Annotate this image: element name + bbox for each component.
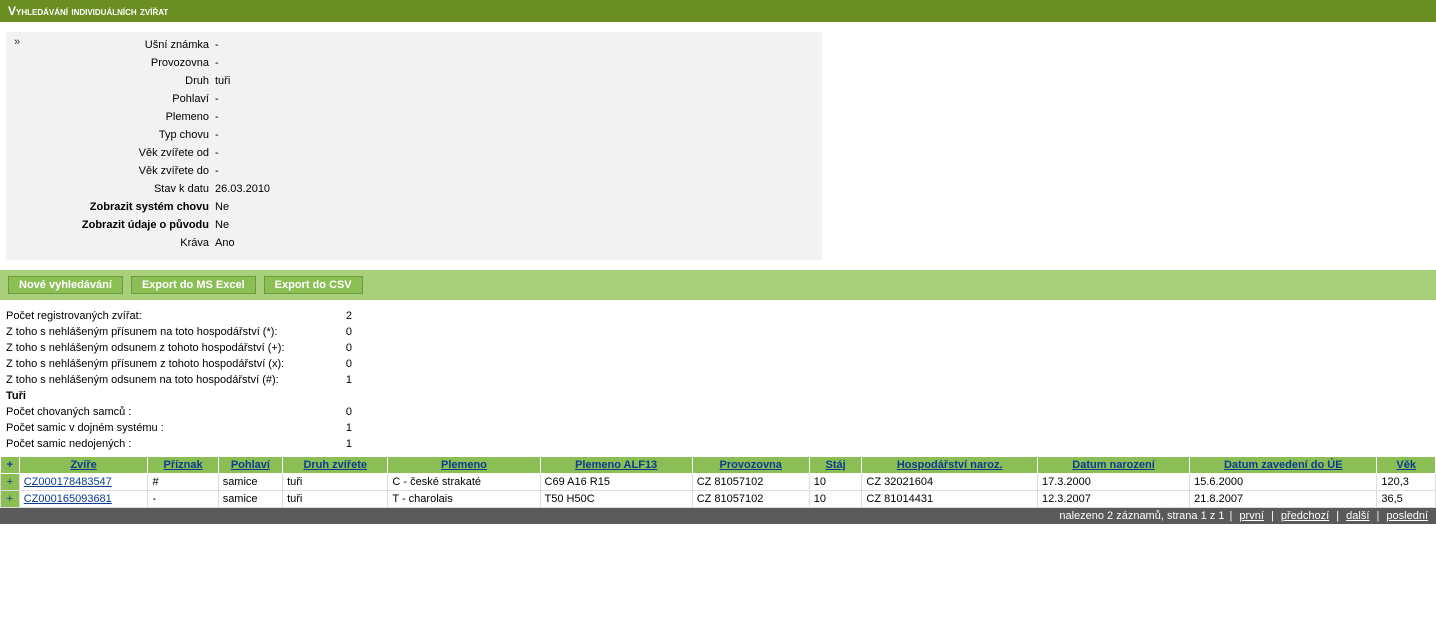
col-header[interactable]: Věk: [1377, 457, 1436, 474]
collapse-icon[interactable]: »: [14, 36, 20, 48]
search-criteria-panel: » Ušní známka- Provozovna- Druhtuři Pohl…: [6, 32, 822, 260]
cell: tuři: [283, 474, 388, 491]
stat-plus-label: Z toho s nehlášeným odsunem z tohoto hos…: [6, 340, 338, 356]
label-typ-chovu: Typ chovu: [14, 126, 215, 144]
value-usni-znamka: -: [215, 36, 219, 54]
action-bar: Nové vyhledávání Export do MS Excel Expo…: [0, 270, 1436, 300]
stat-nonmilking-value: 1: [338, 436, 352, 452]
expand-all-icon[interactable]: +: [1, 457, 20, 474]
cell: 10: [809, 474, 862, 491]
label-zobrazit-system: Zobrazit systém chovu: [14, 198, 215, 216]
stat-hash-value: 1: [338, 372, 352, 388]
value-vek-od: -: [215, 144, 219, 162]
col-header[interactable]: Plemeno ALF13: [540, 457, 692, 474]
value-typ-chovu: -: [215, 126, 219, 144]
col-header[interactable]: Druh zvířete: [283, 457, 388, 474]
stat-milking-value: 1: [338, 420, 352, 436]
cell: C - české strakaté: [388, 474, 540, 491]
cell: C69 A16 R15: [540, 474, 692, 491]
table-row: + CZ000178483547 #samicetuřiC - české stra…: [1, 474, 1436, 491]
value-pohlavi: -: [215, 90, 219, 108]
value-plemeno: -: [215, 108, 219, 126]
stat-turi-header: Tuři: [6, 388, 338, 404]
pager-next[interactable]: další: [1344, 510, 1371, 522]
stat-males-value: 0: [338, 404, 352, 420]
stat-x-value: 0: [338, 356, 352, 372]
expand-row-icon[interactable]: +: [1, 491, 20, 508]
cell: 17.3.2000: [1037, 474, 1189, 491]
col-header[interactable]: Hospodářství naroz.: [862, 457, 1038, 474]
stat-star-value: 0: [338, 324, 352, 340]
cell: T - charolais: [388, 491, 540, 508]
cell: 120,3: [1377, 474, 1436, 491]
cell: -: [148, 491, 218, 508]
label-pohlavi: Pohlaví: [14, 90, 215, 108]
stat-registered-label: Počet registrovaných zvířat:: [6, 308, 338, 324]
new-search-button[interactable]: Nové vyhledávání: [8, 276, 123, 294]
page-title: Vyhledávání individuálních zvířat: [0, 0, 1436, 22]
expand-row-icon[interactable]: +: [1, 474, 20, 491]
stat-registered-value: 2: [338, 308, 352, 324]
cell: 12.3.2007: [1037, 491, 1189, 508]
animal-link[interactable]: CZ000178483547: [24, 476, 112, 488]
cell: CZ 81057102: [692, 474, 809, 491]
results-table: + ZvířePříznakPohlavíDruh zvířetePlemeno…: [0, 456, 1436, 508]
pager: nalezeno 2 záznamů, strana 1 z 1 | první…: [0, 508, 1436, 524]
label-provozovna: Provozovna: [14, 54, 215, 72]
cell: tuři: [283, 491, 388, 508]
cell: #: [148, 474, 218, 491]
label-zobrazit-puvod: Zobrazit údaje o původu: [14, 216, 215, 234]
cell: 21.8.2007: [1190, 491, 1377, 508]
value-druh: tuři: [215, 72, 230, 90]
cell: CZ 32021604: [862, 474, 1038, 491]
export-excel-button[interactable]: Export do MS Excel: [131, 276, 256, 294]
label-plemeno: Plemeno: [14, 108, 215, 126]
table-row: + CZ000165093681 -samicetuřiT - charolaisT…: [1, 491, 1436, 508]
cell: CZ 81014431: [862, 491, 1038, 508]
cell: samice: [218, 474, 282, 491]
stat-hash-label: Z toho s nehlášeným odsunem na toto hosp…: [6, 372, 338, 388]
label-krava: Kráva: [14, 234, 215, 252]
label-vek-od: Věk zvířete od: [14, 144, 215, 162]
stat-milking-label: Počet samic v dojném systému :: [6, 420, 338, 436]
col-header[interactable]: Příznak: [148, 457, 218, 474]
cell: 36,5: [1377, 491, 1436, 508]
export-csv-button[interactable]: Export do CSV: [264, 276, 363, 294]
label-usni-znamka: Ušní známka: [14, 36, 215, 54]
stat-nonmilking-label: Počet samic nedojených :: [6, 436, 338, 452]
cell: CZ 81057102: [692, 491, 809, 508]
label-vek-do: Věk zvířete do: [14, 162, 215, 180]
label-stav-k-datu: Stav k datu: [14, 180, 215, 198]
col-header[interactable]: Datum zavedení do ÚE: [1190, 457, 1377, 474]
col-header[interactable]: Pohlaví: [218, 457, 282, 474]
cell: 15.6.2000: [1190, 474, 1377, 491]
col-header[interactable]: Stáj: [809, 457, 862, 474]
value-stav-k-datu: 26.03.2010: [215, 180, 270, 198]
value-zobrazit-system: Ne: [215, 198, 229, 216]
stat-star-label: Z toho s nehlášeným přísunem na toto hos…: [6, 324, 338, 340]
value-provozovna: -: [215, 54, 219, 72]
pager-last[interactable]: poslední: [1384, 510, 1430, 522]
pager-first[interactable]: první: [1237, 510, 1265, 522]
stat-plus-value: 0: [338, 340, 352, 356]
pager-prev[interactable]: předchozí: [1279, 510, 1331, 522]
value-zobrazit-puvod: Ne: [215, 216, 229, 234]
label-druh: Druh: [14, 72, 215, 90]
cell: samice: [218, 491, 282, 508]
col-header[interactable]: Zvíře: [19, 457, 148, 474]
stats-block: Počet registrovaných zvířat:2 Z toho s n…: [0, 300, 1436, 456]
stat-males-label: Počet chovaných samců :: [6, 404, 338, 420]
value-krava: Ano: [215, 234, 235, 252]
value-vek-do: -: [215, 162, 219, 180]
col-header[interactable]: Datum narození: [1037, 457, 1189, 474]
animal-link[interactable]: CZ000165093681: [24, 493, 112, 505]
cell: T50 H50C: [540, 491, 692, 508]
col-header[interactable]: Provozovna: [692, 457, 809, 474]
stat-x-label: Z toho s nehlášeným přísunem z tohoto ho…: [6, 356, 338, 372]
col-header[interactable]: Plemeno: [388, 457, 540, 474]
pager-summary: nalezeno 2 záznamů, strana 1 z 1: [1059, 510, 1224, 522]
cell: 10: [809, 491, 862, 508]
